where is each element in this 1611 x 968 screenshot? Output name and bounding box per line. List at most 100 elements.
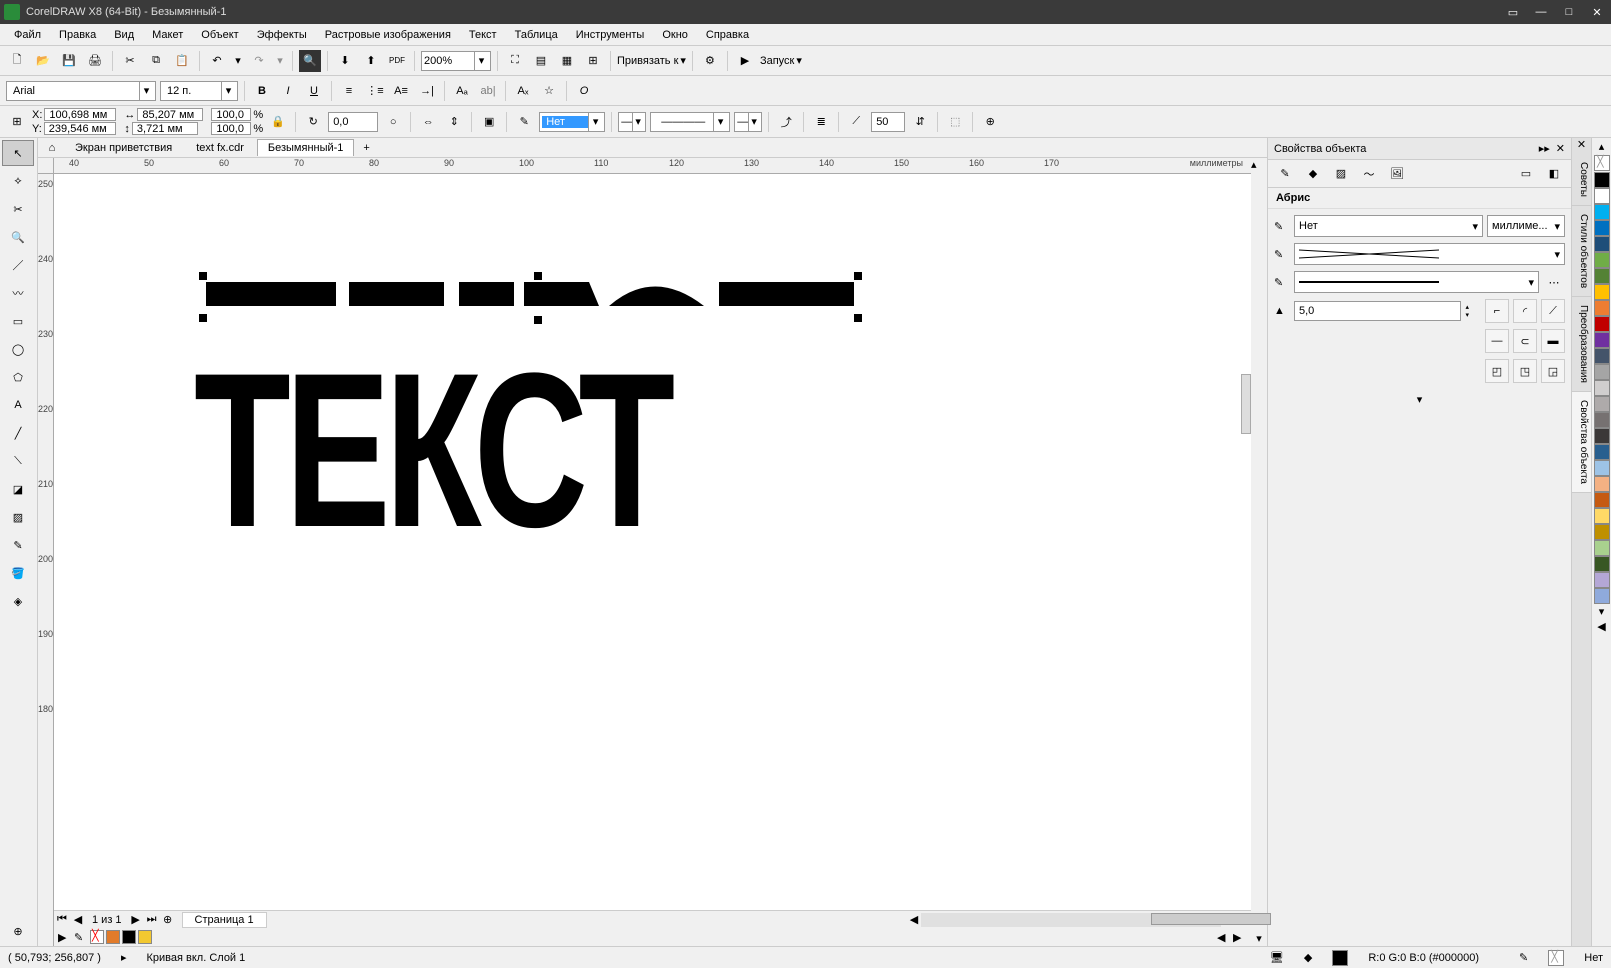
color-eyedropper-tool[interactable]: ✎ — [2, 532, 34, 558]
cap-round-button[interactable]: ⊂ — [1513, 329, 1537, 353]
color-swatch[interactable] — [1594, 588, 1610, 604]
color-swatch[interactable] — [1594, 236, 1610, 252]
fill-tab-icon[interactable]: ◆ — [1302, 163, 1324, 185]
corner-round-button[interactable]: ◜ — [1513, 299, 1537, 323]
launcher-icon[interactable]: ▶ — [734, 50, 756, 72]
underline-button[interactable]: U — [303, 80, 325, 102]
position-outside-button[interactable]: ◰ — [1485, 359, 1509, 383]
docker-collapse-button[interactable]: ▸▸ — [1539, 142, 1550, 155]
align-left-icon[interactable]: ≡ — [338, 80, 360, 102]
mirror-h-icon[interactable]: ⇔ — [417, 111, 439, 133]
artistic-text[interactable]: ТЕКСТ — [194, 324, 669, 577]
menu-effects[interactable]: Эффекты — [249, 27, 315, 43]
pdf-icon[interactable]: PDF — [386, 50, 408, 72]
menu-bitmaps[interactable]: Растровые изображения — [317, 27, 459, 43]
font-size-select[interactable]: 12 п.▾ — [160, 81, 238, 101]
page-first-button[interactable]: ⏮ — [54, 912, 70, 928]
crop-tool[interactable]: ✂ — [2, 196, 34, 222]
palette-scroll-down[interactable]: ▾ — [1594, 605, 1609, 619]
page-last-button[interactable]: ⏭ — [144, 912, 160, 928]
docker-tab-styles[interactable]: Стили объектов — [1572, 206, 1591, 297]
edit-text-icon[interactable]: ab| — [477, 80, 499, 102]
menu-table[interactable]: Таблица — [507, 27, 566, 43]
selection-handle-tl[interactable] — [199, 272, 207, 280]
dropcap-icon[interactable]: A≡ — [390, 80, 412, 102]
selection-handle-bm[interactable] — [534, 316, 542, 324]
color-swatch[interactable] — [1594, 444, 1610, 460]
tab-untitled[interactable]: Безымянный-1 — [257, 139, 355, 156]
freehand-tool[interactable]: ／ — [2, 252, 34, 278]
mirror-v-icon[interactable]: ⇕ — [443, 111, 465, 133]
color-swatch[interactable] — [1594, 300, 1610, 316]
undo-dropdown[interactable]: ▾ — [232, 50, 244, 72]
line-end-select[interactable]: —▾ — [734, 112, 762, 132]
monitor-icon[interactable]: 🖥 — [1270, 951, 1284, 964]
color-swatch[interactable] — [1594, 284, 1610, 300]
outline-pen-icon[interactable]: ✎ — [1519, 951, 1528, 964]
import-icon[interactable]: ⬇ — [334, 50, 356, 72]
to-front-icon[interactable]: ▣ — [478, 111, 500, 133]
menu-window[interactable]: Окно — [654, 27, 696, 43]
character-tab-icon[interactable]: 〜 — [1358, 163, 1380, 185]
palette-scroll-left[interactable]: ◀ — [1217, 931, 1231, 944]
align-distribute-icon[interactable]: ≣ — [810, 111, 832, 133]
color-swatch[interactable] — [1594, 492, 1610, 508]
line-start-select[interactable]: —▾ — [618, 112, 646, 132]
rotation-input[interactable] — [328, 112, 378, 132]
font-family-select[interactable]: Arial▾ — [6, 81, 156, 101]
grid-icon[interactable]: ▦ — [556, 50, 578, 72]
outline-tab-icon[interactable]: ✎ — [1274, 163, 1296, 185]
home-icon[interactable]: ⌂ — [42, 140, 62, 156]
maximize-button[interactable]: □ — [1559, 4, 1579, 20]
rotate-reset-icon[interactable]: ○ — [382, 111, 404, 133]
position-inside-button[interactable]: ◲ — [1541, 359, 1565, 383]
cap-flat-button[interactable]: — — [1485, 329, 1509, 353]
menu-tools[interactable]: Инструменты — [568, 27, 653, 43]
page-add-button[interactable]: ⊕ — [160, 912, 176, 928]
menu-view[interactable]: Вид — [106, 27, 142, 43]
rectangle-tool[interactable]: ▭ — [2, 308, 34, 334]
selection-center-icon[interactable]: ✕ — [534, 292, 546, 309]
palette-swatch[interactable] — [122, 930, 136, 944]
menu-edit[interactable]: Правка — [51, 27, 104, 43]
rulers-icon[interactable]: ▤ — [530, 50, 552, 72]
tab-welcome[interactable]: Экран приветствия — [64, 139, 183, 157]
x-position-input[interactable] — [44, 108, 116, 121]
more-options-icon[interactable]: ⋯ — [1543, 271, 1565, 293]
zoom-tool[interactable]: 🔍 — [2, 224, 34, 250]
fill-indicator-icon[interactable]: ◆ — [1304, 951, 1312, 964]
close-button[interactable]: ✕ — [1587, 4, 1607, 20]
docker-tabs-close[interactable]: ✕ — [1572, 138, 1591, 154]
color-swatch[interactable] — [1594, 188, 1610, 204]
docker-tab-transforms[interactable]: Преобразования — [1572, 297, 1591, 392]
drawing-canvas[interactable]: ✕ ТЕКСТ — [54, 174, 1251, 910]
add-node-icon[interactable]: ⊕ — [979, 111, 1001, 133]
docker-view1-icon[interactable]: ▭ — [1515, 163, 1537, 185]
color-swatch[interactable] — [1594, 572, 1610, 588]
docker-close-button[interactable]: ✕ — [1556, 142, 1565, 155]
convert-curves-icon[interactable]: ⬚ — [944, 111, 966, 133]
redo-icon[interactable]: ↷ — [248, 50, 270, 72]
transparency-tool[interactable]: ▨ — [2, 504, 34, 530]
hscroll-track[interactable] — [921, 913, 1221, 927]
position-center-button[interactable]: ◳ — [1513, 359, 1537, 383]
palette-swatch[interactable] — [138, 930, 152, 944]
color-swatch[interactable] — [1594, 364, 1610, 380]
tab-textfx[interactable]: text fx.cdr — [185, 139, 255, 157]
selection-handle-bl[interactable] — [199, 314, 207, 322]
snap-to-dropdown[interactable]: Привязать к▾ — [617, 54, 686, 67]
add-tab-button[interactable]: + — [356, 139, 376, 157]
docker-tab-hints[interactable]: Советы — [1572, 154, 1591, 206]
outline-color-swatch[interactable]: ╳ — [1548, 950, 1564, 966]
palette-scroll-right[interactable]: ▶ — [1233, 931, 1247, 944]
menu-text[interactable]: Текст — [461, 27, 505, 43]
cap-square-button[interactable]: ▬ — [1541, 329, 1565, 353]
selection-handle-tm[interactable] — [534, 272, 542, 280]
height-input[interactable] — [132, 122, 198, 135]
cut-icon[interactable]: ✂ — [119, 50, 141, 72]
pick-tool[interactable]: ↖ — [2, 140, 34, 166]
palette-scroll-up[interactable]: ▴ — [1594, 140, 1609, 154]
spinner-down[interactable]: ▾ — [1465, 311, 1469, 319]
color-swatch[interactable] — [1594, 412, 1610, 428]
selection-handle-tr[interactable] — [854, 272, 862, 280]
